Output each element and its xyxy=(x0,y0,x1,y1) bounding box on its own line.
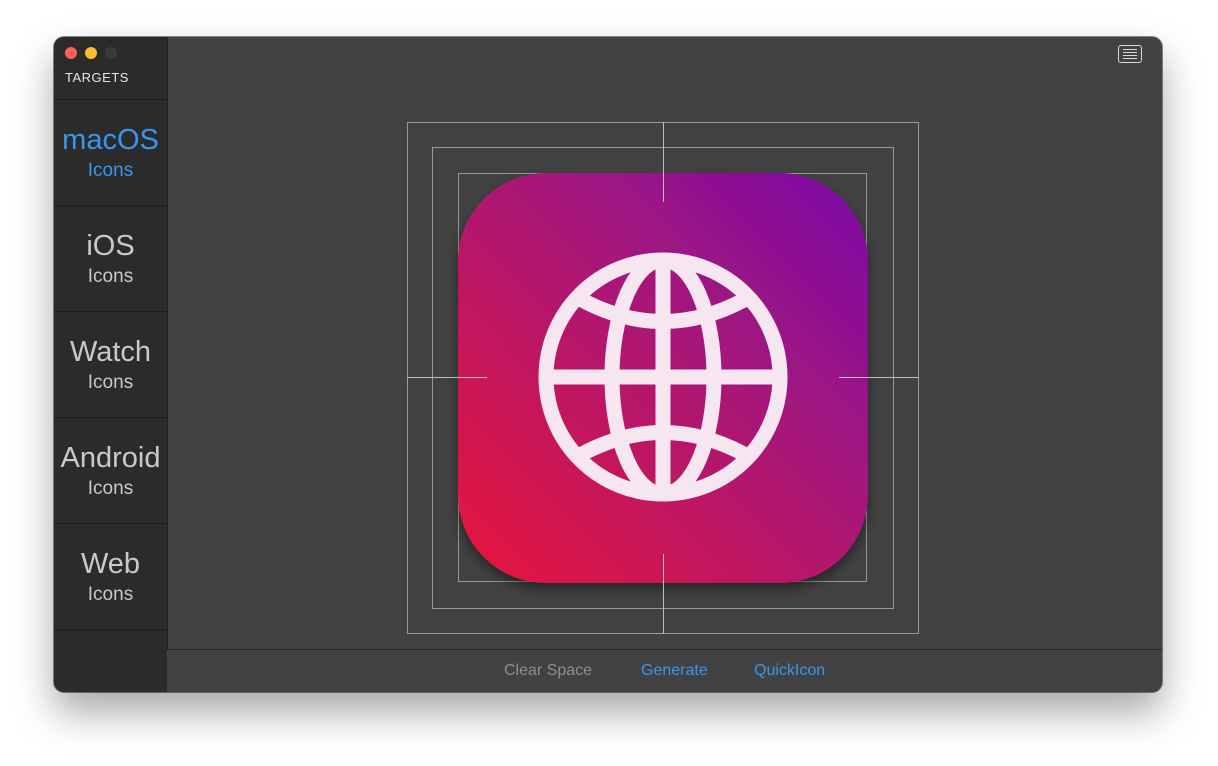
window-controls xyxy=(65,47,117,59)
app-window: TARGETS macOS Icons iOS Icons Watch Icon… xyxy=(54,37,1162,692)
generate-button[interactable]: Generate xyxy=(641,662,708,680)
bottom-bar: Clear Space Generate QuickIcon xyxy=(167,649,1162,692)
sidebar-item-subtitle: Icons xyxy=(87,371,134,393)
close-window-button[interactable] xyxy=(65,47,77,59)
zoom-window-button[interactable] xyxy=(105,47,117,59)
sidebar-item-subtitle: Icons xyxy=(87,583,134,605)
sidebar-item-title: macOS xyxy=(62,123,159,156)
icon-preview-canvas[interactable] xyxy=(167,37,1162,649)
clear-space-button[interactable]: Clear Space xyxy=(504,662,592,680)
sidebar-item-web[interactable]: Web Icons xyxy=(54,524,167,630)
sidebar-item-title: Web xyxy=(80,547,141,580)
sidebar-item-ios[interactable]: iOS Icons xyxy=(54,206,167,312)
sidebar-item-macos[interactable]: macOS Icons xyxy=(54,100,167,206)
sidebar-header: TARGETS xyxy=(65,70,129,85)
quickicon-button[interactable]: QuickIcon xyxy=(754,662,825,680)
globe-icon xyxy=(538,252,788,502)
minimize-window-button[interactable] xyxy=(85,47,97,59)
sidebar-item-subtitle: Icons xyxy=(87,477,134,499)
targets-list: macOS Icons iOS Icons Watch Icons Androi… xyxy=(54,99,167,630)
sidebar-item-android[interactable]: Android Icons xyxy=(54,418,167,524)
sidebar: TARGETS macOS Icons iOS Icons Watch Icon… xyxy=(54,37,168,692)
sidebar-item-watch[interactable]: Watch Icons xyxy=(54,312,167,418)
sidebar-item-subtitle: Icons xyxy=(87,265,134,287)
icon-preview-svg xyxy=(407,122,919,634)
sidebar-item-subtitle: Icons xyxy=(87,159,134,181)
sidebar-item-title: Android xyxy=(60,441,161,474)
sidebar-item-title: Watch xyxy=(69,335,152,368)
sidebar-item-title: iOS xyxy=(86,229,135,262)
